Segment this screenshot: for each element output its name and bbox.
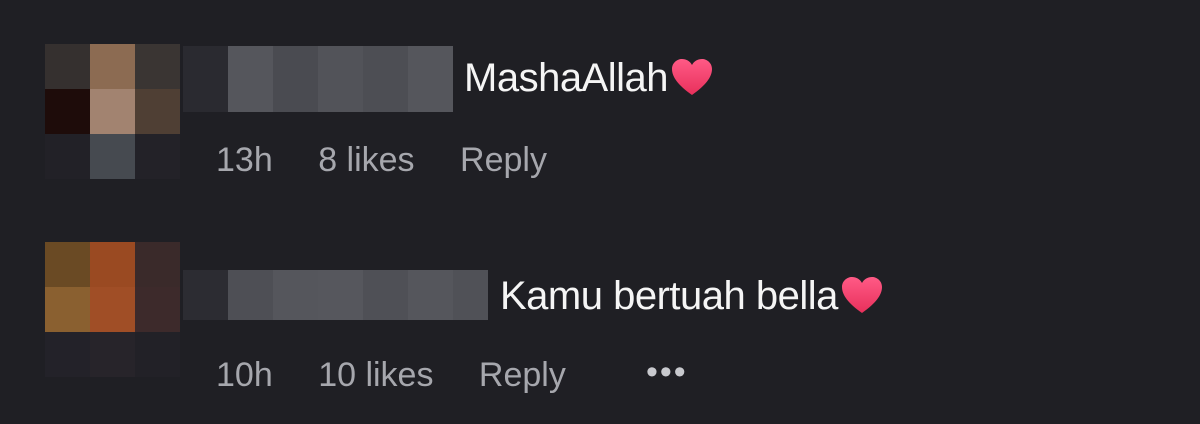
avatar-pixel [135,89,180,134]
blur-block [363,270,408,320]
avatar-pixel [45,89,90,134]
blur-block [408,270,453,320]
avatar-pixel [90,287,135,332]
blur-block [453,270,488,320]
comment-text: MashaAllah [464,54,714,102]
blur-block [318,270,363,320]
comment-meta: 13h 8 likes Reply [216,140,547,180]
comment-text: Kamu bertuah bella [500,272,884,320]
timestamp[interactable]: 13h [216,141,273,179]
avatar-pixel [45,134,90,179]
avatar-pixel [45,332,90,377]
blur-block [183,46,228,112]
more-options-icon[interactable]: ••• [646,352,688,392]
avatar-pixel [135,134,180,179]
avatar[interactable] [45,242,181,378]
comment-text-content: Kamu bertuah bella [500,274,838,318]
reply-button[interactable]: Reply [479,356,566,394]
blur-block [273,46,318,112]
heart-icon [672,59,713,95]
avatar-pixel [90,44,135,89]
avatar-pixel [90,134,135,179]
avatar-pixel [90,332,135,377]
avatar-pixel [90,89,135,134]
avatar-pixel [45,287,90,332]
likes-count[interactable]: 10 likes [318,356,433,394]
avatar-pixel [135,287,180,332]
comment-meta: 10h 10 likes Reply [216,355,566,395]
likes-count[interactable]: 8 likes [318,141,414,179]
blur-block [228,270,273,320]
avatar[interactable] [45,44,181,180]
blur-block [318,46,363,112]
timestamp[interactable]: 10h [216,356,273,394]
avatar-pixel [45,44,90,89]
avatar-pixel [135,242,180,287]
blur-block [183,270,228,320]
blur-block [228,46,273,112]
reply-button[interactable]: Reply [460,141,547,179]
avatar-pixel [45,242,90,287]
blur-block [363,46,408,112]
heart-icon [841,277,882,313]
username-blurred[interactable] [183,270,488,320]
avatar-pixel [135,332,180,377]
avatar-pixel [135,44,180,89]
avatar-pixel [90,242,135,287]
comment-text-content: MashaAllah [464,56,669,100]
blur-block [273,270,318,320]
username-blurred[interactable] [183,46,453,112]
blur-block [408,46,453,112]
